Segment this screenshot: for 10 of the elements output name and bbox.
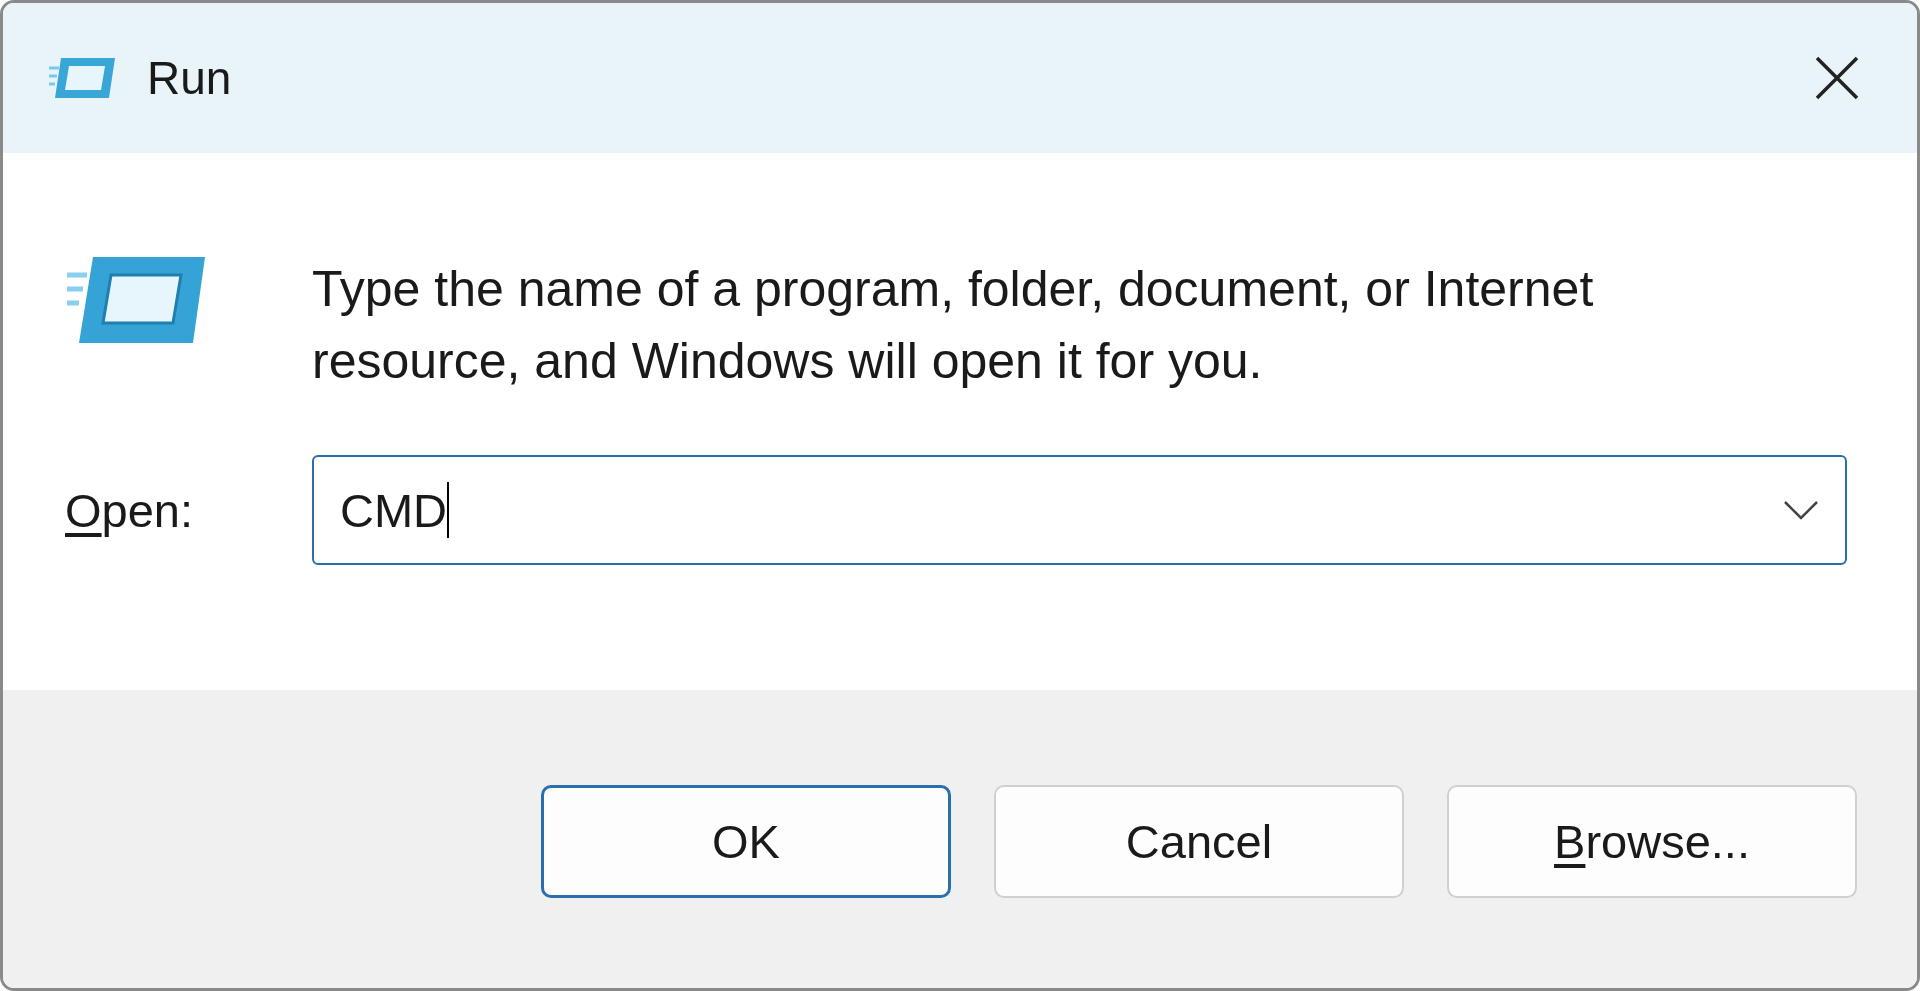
dialog-button[interactable]: OK <box>541 785 951 898</box>
text-cursor <box>447 482 450 538</box>
description-text: Type the name of a program, folder, document, or Internet resource, and Windows will open it for you. <box>312 260 1595 391</box>
dialog-button[interactable]: Cancel <box>994 785 1404 898</box>
dialog-button[interactable]: Browse... <box>1447 785 1857 898</box>
close-icon <box>1814 55 1860 101</box>
open-combo-box[interactable]: CMD <box>312 455 1847 565</box>
chevron-down-icon <box>1783 500 1819 520</box>
open-label: Open: <box>65 482 195 538</box>
window-title: Run <box>147 51 233 105</box>
